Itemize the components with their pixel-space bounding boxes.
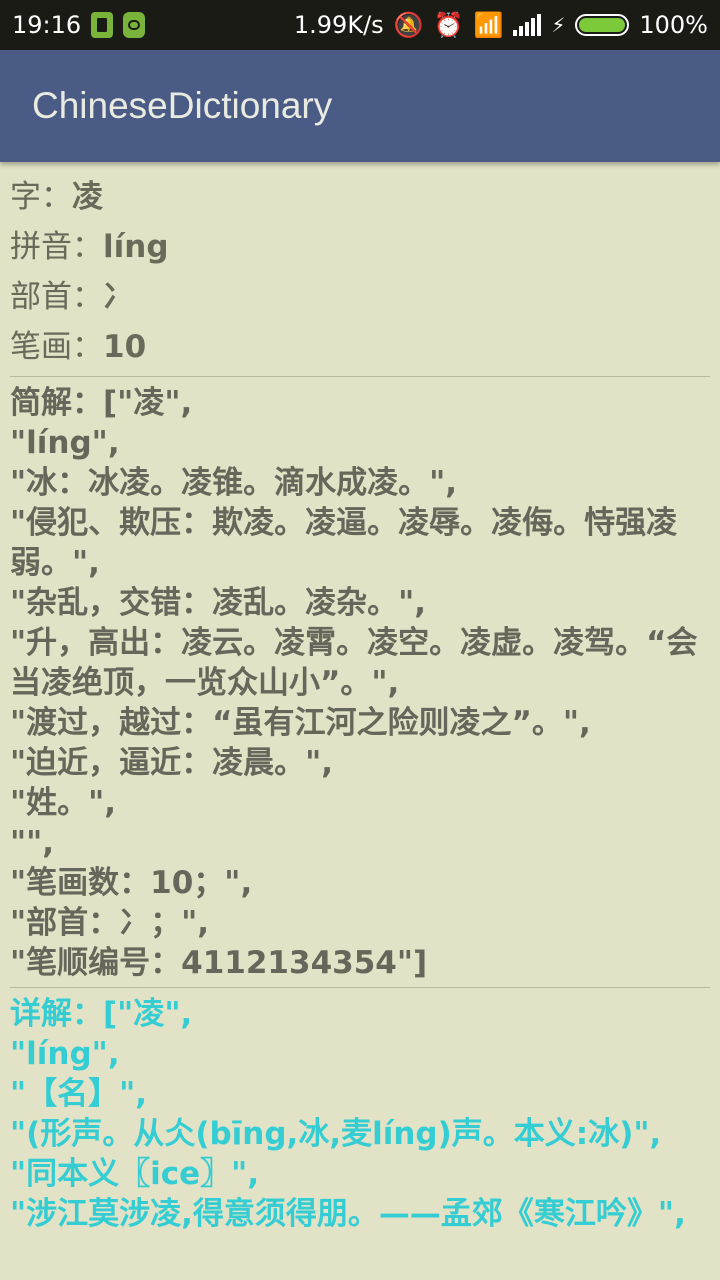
divider: [10, 376, 710, 377]
strokes-label: 笔画：: [10, 329, 103, 365]
radical-row: 部首：冫: [10, 272, 710, 322]
radical-label: 部首：: [10, 279, 103, 315]
entry-content: 字：凌 拼音：líng 部首：冫 笔画：10 简解：["凌", "líng", …: [0, 162, 720, 1234]
pinyin-value: líng: [103, 229, 169, 265]
mute-icon: 🔕: [393, 11, 424, 39]
strokes-row: 笔画：10: [10, 322, 710, 372]
battery-icon: [575, 14, 630, 36]
char-label: 字：: [10, 179, 72, 215]
char-row: 字：凌: [10, 172, 710, 222]
bolt-icon: ⚡: [551, 13, 566, 37]
status-time: 19:16: [12, 11, 82, 39]
app-title: ChineseDictionary: [32, 85, 333, 126]
wifi-icon: 📶: [473, 11, 504, 39]
radical-value: 冫: [103, 279, 134, 315]
divider: [10, 987, 710, 988]
cat-icon: [123, 12, 146, 38]
status-bar: 19:16 1.99K/s 🔕 ⏰ 📶 ⚡ 100%: [0, 0, 720, 50]
signal-icon: [513, 14, 542, 36]
pinyin-row: 拼音：líng: [10, 222, 710, 272]
app-bar: ChineseDictionary: [0, 50, 720, 162]
char-value: 凌: [72, 179, 103, 215]
detailed-explanation: 详解：["凌", "líng", "【名】", "(形声。从仌(bīng,冰,麦…: [10, 996, 686, 1232]
brief-explanation: 简解：["凌", "líng", "冰：冰凌。凌锥。滴水成凌。", "侵犯、欺压…: [10, 385, 698, 981]
network-speed: 1.99K/s: [293, 11, 384, 39]
pinyin-label: 拼音：: [10, 229, 103, 265]
strokes-value: 10: [103, 329, 147, 365]
file-icon: [91, 12, 114, 38]
battery-percent: 100%: [639, 11, 708, 39]
alarm-icon: ⏰: [433, 11, 464, 39]
